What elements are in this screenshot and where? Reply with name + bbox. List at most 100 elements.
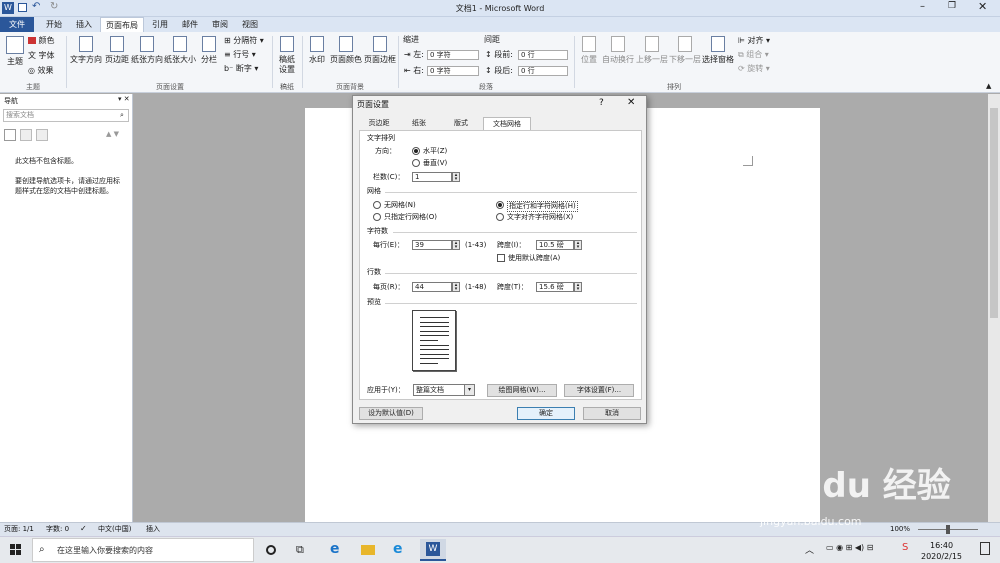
tray-chevron-icon[interactable]: ︿: [805, 543, 814, 556]
tab-document-grid[interactable]: 文档网格: [483, 117, 531, 130]
page-borders-button[interactable]: 页面边框: [364, 36, 396, 65]
vertical-radio[interactable]: [412, 159, 420, 167]
close-button[interactable]: ✕: [978, 0, 987, 13]
effects-button[interactable]: ◎ 效果: [28, 66, 54, 76]
drawing-grid-button[interactable]: 绘图网格(W)...: [487, 384, 557, 397]
snap-to-chars-label[interactable]: 文字对齐字符网格(X): [507, 213, 573, 222]
horizontal-radio[interactable]: [412, 147, 420, 155]
task-view-icon[interactable]: ⧉: [296, 543, 304, 557]
horizontal-label[interactable]: 水平(Z): [423, 147, 447, 156]
vertical-label[interactable]: 垂直(V): [423, 159, 447, 168]
per-page-spinner[interactable]: ▴ ▾: [452, 282, 460, 292]
notification-icon[interactable]: [980, 542, 990, 555]
space-after-field[interactable]: 0 行: [518, 66, 568, 76]
align-button[interactable]: ⊫ 对齐 ▾: [738, 36, 770, 46]
position-button[interactable]: 位置: [578, 36, 600, 65]
ie-icon[interactable]: e: [393, 541, 403, 557]
edge-icon[interactable]: e: [330, 541, 340, 557]
hyphenation-button[interactable]: b⁻ 断字 ▾: [224, 64, 258, 74]
help-button[interactable]: ?: [599, 99, 604, 108]
send-backward-button[interactable]: 下移一层: [669, 36, 701, 65]
search-icon[interactable]: ⌕: [120, 111, 124, 120]
file-explorer-icon[interactable]: [361, 545, 375, 555]
save-icon[interactable]: [18, 3, 27, 12]
snap-to-chars-radio[interactable]: [496, 213, 504, 221]
tab-paper[interactable]: 纸张: [401, 117, 437, 130]
default-pitch-checkbox[interactable]: [497, 254, 505, 262]
ok-button[interactable]: 确定: [517, 407, 575, 420]
bring-forward-button[interactable]: 上移一层: [636, 36, 668, 65]
nav-pages-tab[interactable]: [20, 129, 32, 141]
columns-spinner[interactable]: ▴ ▾: [452, 172, 460, 182]
undo-icon[interactable]: ↶: [32, 1, 40, 12]
no-grid-radio[interactable]: [373, 201, 381, 209]
tab-view[interactable]: 视图: [236, 17, 264, 32]
margins-button[interactable]: 页边距: [103, 36, 131, 65]
no-grid-label[interactable]: 无网格(N): [384, 201, 416, 210]
watermark-button[interactable]: 水印: [306, 36, 328, 65]
word-count[interactable]: 字数: 0: [46, 525, 69, 534]
tab-page-layout[interactable]: 页面布局: [100, 17, 144, 32]
ime-icon[interactable]: S: [902, 542, 908, 553]
page-count[interactable]: 页面: 1/1: [4, 525, 34, 534]
clock-time[interactable]: 16:40: [930, 541, 953, 550]
per-line-field[interactable]: 39: [412, 240, 452, 250]
line-pitch-field[interactable]: 15.6 磅: [536, 282, 574, 292]
dialog-close-button[interactable]: ✕: [627, 98, 635, 108]
windows-start-icon[interactable]: [10, 544, 21, 555]
font-settings-button[interactable]: 字体设置(F)...: [564, 384, 634, 397]
per-line-spinner[interactable]: ▴ ▾: [452, 240, 460, 250]
zoom-level[interactable]: 100%: [890, 525, 910, 534]
page-color-button[interactable]: 页面颜色: [330, 36, 362, 65]
nav-up-icon[interactable]: ▲ ▼: [106, 130, 119, 138]
columns-button[interactable]: 分栏: [198, 36, 220, 65]
line-grid-only-label[interactable]: 只指定行网格(O): [384, 213, 437, 222]
tray-icons[interactable]: ▭ ◉ ⊞ ◀) ⊟: [826, 543, 873, 552]
restore-button[interactable]: ❐: [948, 1, 956, 11]
cortana-icon[interactable]: [266, 545, 276, 555]
proofing-icon[interactable]: ✓: [80, 524, 87, 533]
draft-settings-button[interactable]: 稿纸设置: [275, 36, 299, 75]
breaks-button[interactable]: ⊞ 分隔符 ▾: [224, 36, 264, 46]
line-pitch-spinner[interactable]: ▴ ▾: [574, 282, 582, 292]
indent-right-field[interactable]: 0 字符: [427, 66, 479, 76]
fonts-button[interactable]: 文 字体: [28, 51, 55, 61]
collapse-ribbon-icon[interactable]: ▲: [986, 82, 991, 90]
word-taskbar-icon[interactable]: W: [420, 539, 446, 561]
line-char-grid-label[interactable]: 指定行和字符网格(H): [507, 201, 578, 212]
scroll-thumb[interactable]: [990, 108, 998, 318]
nav-search-input[interactable]: 搜索文档: [3, 109, 129, 122]
group-objects-button[interactable]: ⧉ 组合 ▾: [738, 50, 769, 60]
text-direction-button[interactable]: 文字方向: [70, 36, 102, 65]
set-default-button[interactable]: 设为默认值(D): [359, 407, 423, 420]
char-pitch-spinner[interactable]: ▴ ▾: [574, 240, 582, 250]
tab-references[interactable]: 引用: [146, 17, 174, 32]
orientation-button[interactable]: 纸张方向: [131, 36, 163, 65]
indent-left-field[interactable]: 0 字符: [427, 50, 479, 60]
nav-headings-tab[interactable]: [4, 129, 16, 141]
size-button[interactable]: 纸张大小: [164, 36, 196, 65]
zoom-thumb[interactable]: [946, 525, 950, 534]
default-pitch-label[interactable]: 使用默认跨度(A): [508, 254, 560, 263]
clock-date[interactable]: 2020/2/15: [921, 552, 962, 561]
line-numbers-button[interactable]: ≡ 行号 ▾: [224, 50, 256, 60]
themes-button[interactable]: 主题: [4, 36, 26, 67]
nav-results-tab[interactable]: [36, 129, 48, 141]
tab-layout[interactable]: 版式: [441, 117, 481, 130]
tab-home[interactable]: 开始: [40, 17, 68, 32]
columns-field[interactable]: 1: [412, 172, 452, 182]
wrap-text-button[interactable]: 自动换行: [602, 36, 634, 65]
tab-file[interactable]: 文件: [0, 17, 34, 32]
tab-insert[interactable]: 插入: [70, 17, 98, 32]
insert-mode[interactable]: 插入: [146, 525, 160, 534]
tab-mailings[interactable]: 邮件: [176, 17, 204, 32]
redo-icon[interactable]: ↻: [50, 1, 58, 12]
language[interactable]: 中文(中国): [98, 525, 131, 534]
line-char-grid-radio[interactable]: [496, 201, 504, 209]
apply-to-dropdown-icon[interactable]: ▾: [464, 384, 475, 396]
char-pitch-field[interactable]: 10.5 磅: [536, 240, 574, 250]
tab-margins[interactable]: 页边距: [359, 117, 399, 130]
rotate-button[interactable]: ⟳ 旋转 ▾: [738, 64, 770, 74]
selection-pane-button[interactable]: 选择窗格: [702, 36, 734, 65]
taskbar-search-box[interactable]: ⌕ 在这里输入你要搜索的内容: [32, 538, 254, 562]
